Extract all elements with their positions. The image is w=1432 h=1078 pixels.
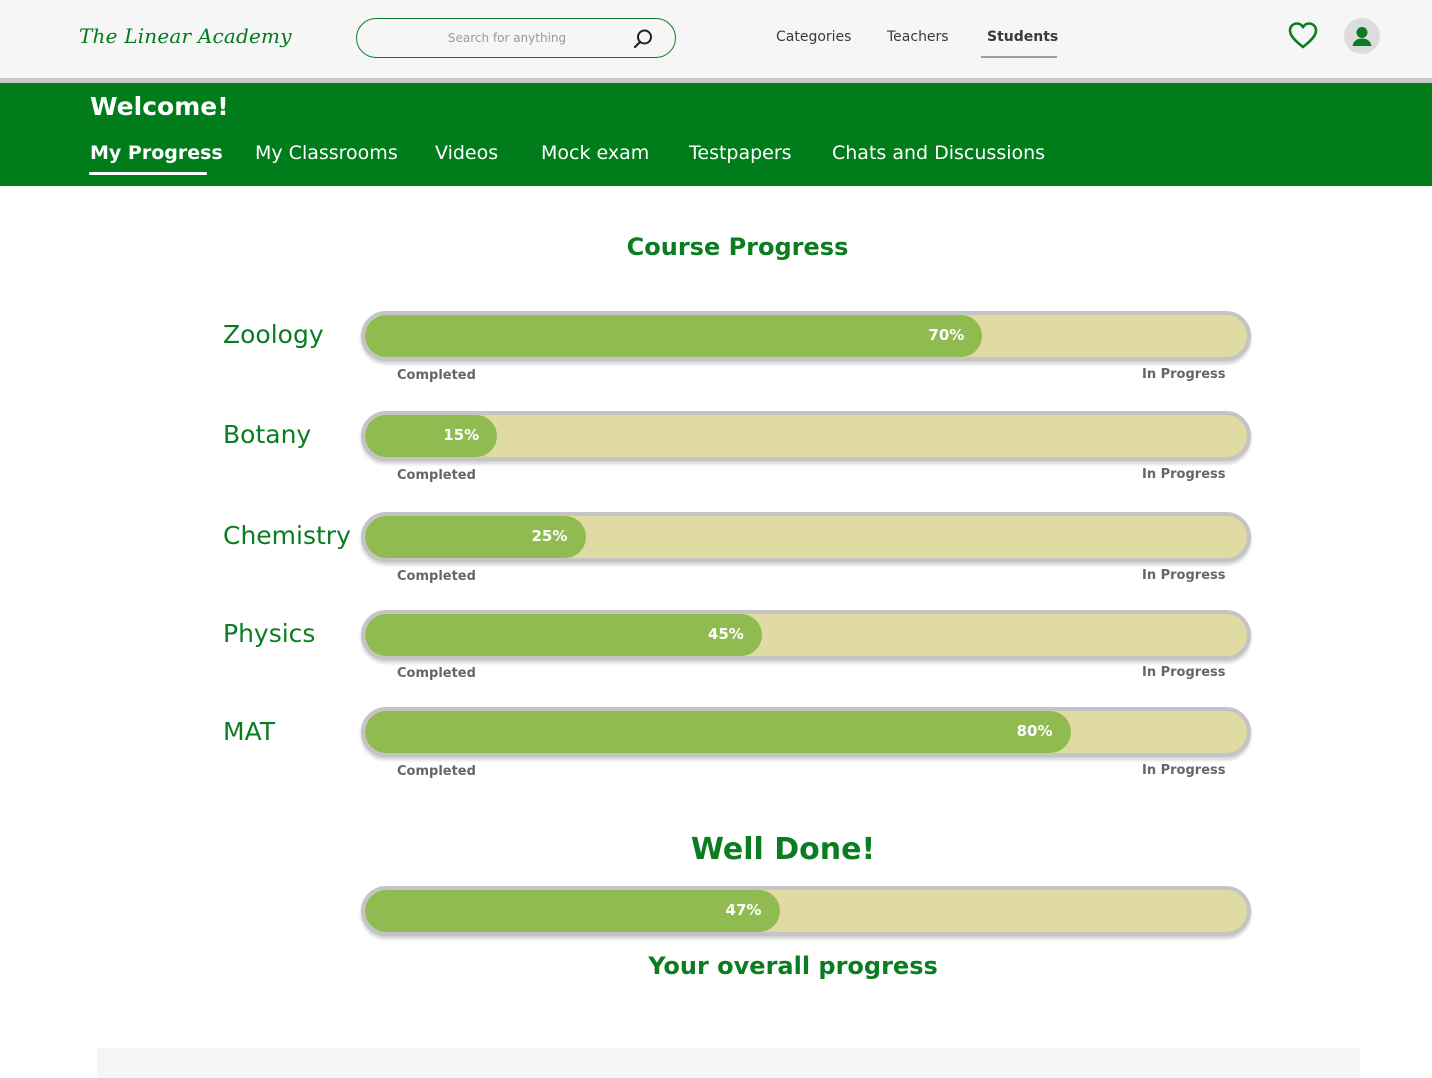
in-progress-caption: In Progress xyxy=(1142,367,1226,382)
progress-track-botany: 15% xyxy=(361,411,1251,461)
tab-videos[interactable]: Videos xyxy=(435,142,498,164)
overall-progress-fill xyxy=(365,890,780,932)
tab-testpapers[interactable]: Testpapers xyxy=(689,142,792,164)
progress-percent-botany: 15% xyxy=(443,426,480,444)
nav-categories[interactable]: Categories xyxy=(776,29,851,45)
search-icon[interactable] xyxy=(631,27,655,51)
user-icon xyxy=(1352,27,1372,46)
progress-percent-zoology: 70% xyxy=(928,326,965,344)
completed-caption: Completed xyxy=(397,764,476,779)
in-progress-caption: In Progress xyxy=(1142,665,1226,680)
progress-percent-mat: 80% xyxy=(1016,722,1053,740)
course-label-physics: Physics xyxy=(223,619,316,648)
course-label-chemistry: Chemistry xyxy=(223,521,351,550)
tab-chats-and-discussions[interactable]: Chats and Discussions xyxy=(832,142,1045,164)
overall-progress-track: 47% xyxy=(361,886,1251,936)
nav-students[interactable]: Students xyxy=(987,29,1058,45)
welcome-heading: Welcome! xyxy=(90,92,229,121)
nav-teachers[interactable]: Teachers xyxy=(887,29,949,45)
course-progress-title: Course Progress xyxy=(626,233,849,261)
completed-caption: Completed xyxy=(397,468,476,483)
progress-fill-physics xyxy=(365,614,762,656)
site-logo[interactable]: The Linear Academy xyxy=(79,24,292,48)
in-progress-caption: In Progress xyxy=(1142,763,1226,778)
progress-percent-chemistry: 25% xyxy=(531,527,568,545)
progress-track-chemistry: 25% xyxy=(361,512,1251,562)
course-label-zoology: Zoology xyxy=(223,320,324,349)
completed-caption: Completed xyxy=(397,569,476,584)
overall-progress-caption: Your overall progress xyxy=(648,952,938,980)
welcome-banner: Welcome! My Progress My Classrooms Video… xyxy=(0,83,1432,186)
tab-my-progress[interactable]: My Progress xyxy=(90,142,223,164)
nav-active-indicator xyxy=(981,56,1057,58)
progress-track-physics: 45% xyxy=(361,610,1251,660)
course-label-mat: MAT xyxy=(223,717,276,746)
progress-fill-mat xyxy=(365,711,1071,753)
course-label-botany: Botany xyxy=(223,420,312,449)
overall-progress-percent: 47% xyxy=(725,901,762,919)
progress-track-zoology: 70% xyxy=(361,311,1251,361)
footer xyxy=(97,1048,1360,1078)
progress-fill-zoology xyxy=(365,315,983,357)
progress-percent-physics: 45% xyxy=(707,625,744,643)
completed-caption: Completed xyxy=(397,368,476,383)
search-input[interactable] xyxy=(377,27,637,49)
top-navbar: The Linear Academy Categories Teachers S… xyxy=(0,0,1432,78)
completed-caption: Completed xyxy=(397,666,476,681)
heart-icon[interactable] xyxy=(1287,20,1319,52)
search-bar xyxy=(356,18,676,58)
progress-track-mat: 80% xyxy=(361,707,1251,757)
in-progress-caption: In Progress xyxy=(1142,467,1226,482)
well-done-heading: Well Done! xyxy=(690,832,876,867)
tab-mock-exam[interactable]: Mock exam xyxy=(541,142,649,164)
avatar[interactable] xyxy=(1344,18,1380,54)
tab-active-indicator xyxy=(89,172,207,175)
tab-my-classrooms[interactable]: My Classrooms xyxy=(255,142,398,164)
in-progress-caption: In Progress xyxy=(1142,568,1226,583)
